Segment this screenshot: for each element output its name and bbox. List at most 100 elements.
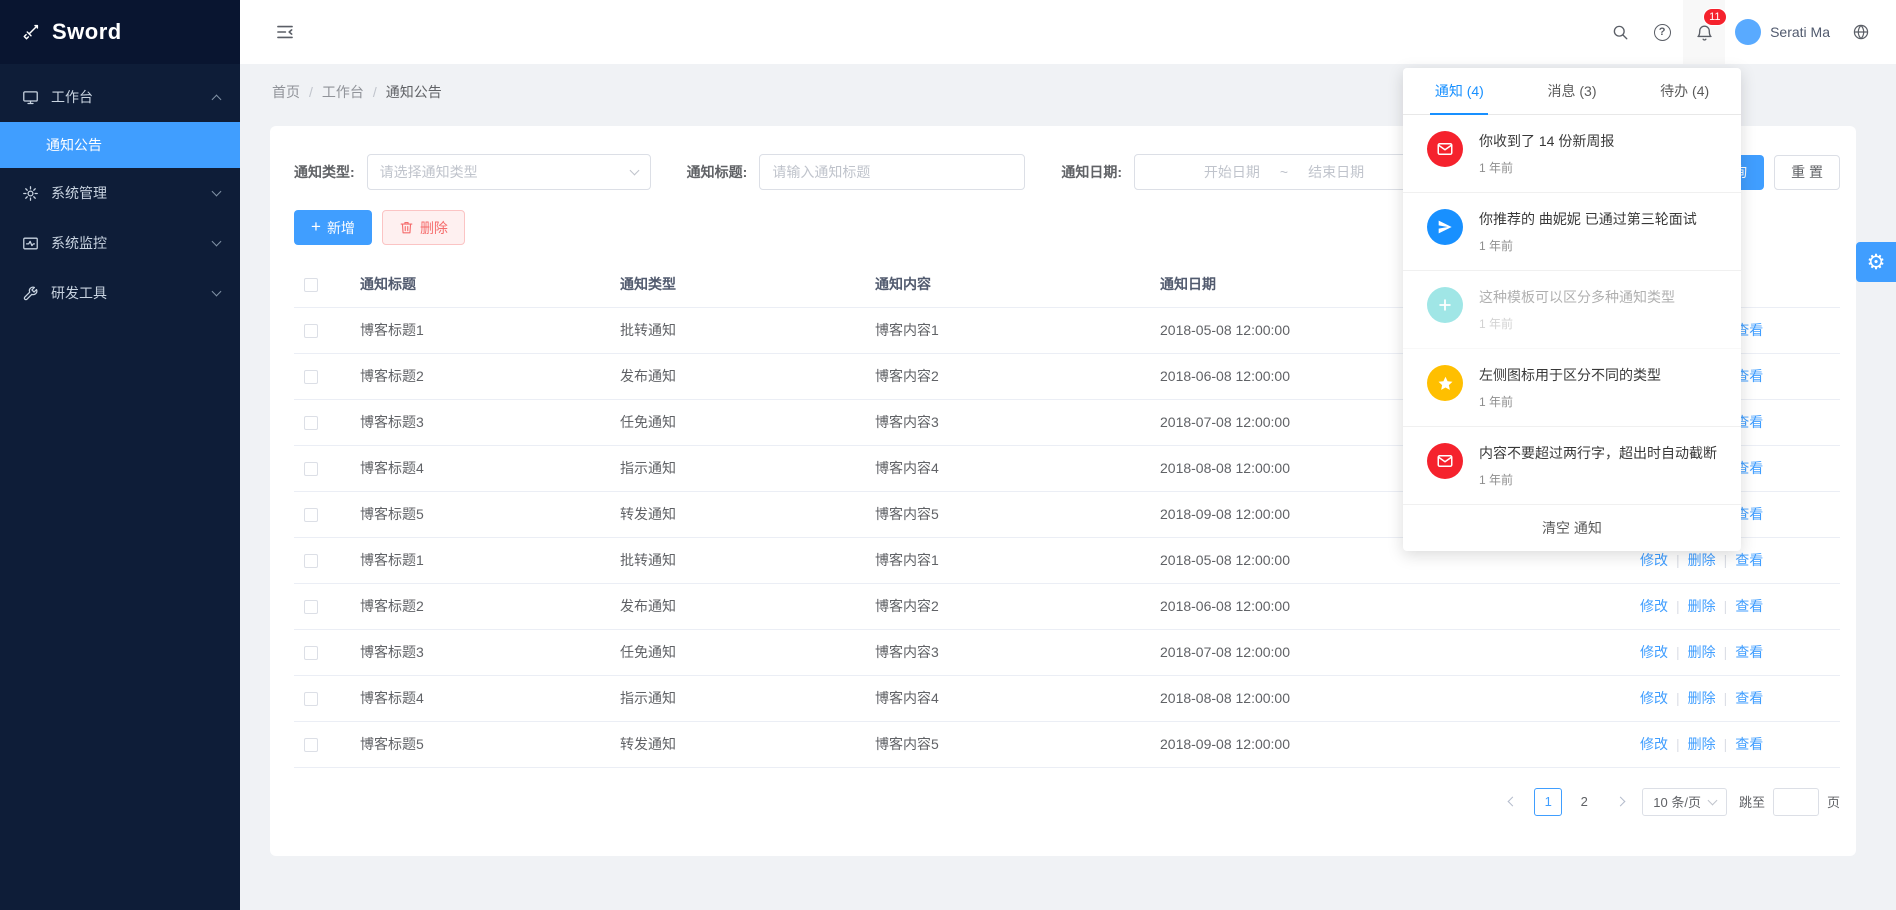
notification-list: 你收到了 14 份新周报1 年前你推荐的 曲妮妮 已通过第三轮面试1 年前这种模… [1403,115,1741,505]
cell-content: 博客内容2 [865,353,1150,399]
notification-badge: 11 [1704,9,1725,25]
action-edit[interactable]: 修改 [1640,690,1668,706]
sidebar-item-system-management[interactable]: 系统管理 [0,168,240,218]
cell-content: 博客内容3 [865,629,1150,675]
row-checkbox[interactable] [304,692,318,706]
row-checkbox-cell [294,721,350,767]
row-checkbox[interactable] [304,462,318,476]
row-checkbox[interactable] [304,324,318,338]
notification-tab-0[interactable]: 通知 (4) [1403,68,1516,114]
select-all-checkbox[interactable] [304,278,318,292]
breadcrumb-item[interactable]: 首页 [272,84,300,100]
notification-tab-2[interactable]: 待办 (4) [1628,68,1741,114]
notification-text: 这种模板可以区分多种通知类型1 年前 [1479,287,1675,332]
action-delete[interactable]: 删除 [1688,598,1716,614]
action-delete[interactable]: 删除 [1688,736,1716,752]
notification-item[interactable]: 你收到了 14 份新周报1 年前 [1403,115,1741,193]
cell-date: 2018-08-08 12:00:00 [1150,675,1630,721]
row-checkbox[interactable] [304,554,318,568]
action-edit[interactable]: 修改 [1640,736,1668,752]
row-checkbox[interactable] [304,370,318,384]
action-separator: | [1676,598,1680,614]
language-globe-icon[interactable] [1840,0,1882,64]
cell-content: 博客内容5 [865,721,1150,767]
notification-item[interactable]: 左侧图标用于区分不同的类型1 年前 [1403,349,1741,427]
search-icon[interactable] [1599,0,1641,64]
theme-settings-button[interactable]: ⚙ [1856,242,1896,282]
sidebar-item-label: 研发工具 [51,283,202,303]
action-view[interactable]: 查看 [1735,598,1763,614]
notice-date-range-input[interactable]: 开始日期 ~ 结束日期 [1134,154,1434,190]
sidebar-item-notice[interactable]: 通知公告 [0,122,240,168]
sidebar-item-dev-tools[interactable]: 研发工具 [0,268,240,318]
action-edit[interactable]: 修改 [1640,552,1668,568]
notification-title: 这种模板可以区分多种通知类型 [1479,287,1675,307]
cell-title: 博客标题5 [350,721,610,767]
user-account[interactable]: Serati Ma [1725,0,1840,64]
action-delete[interactable]: 删除 [1688,552,1716,568]
filter-title-label: 通知标题: [687,162,748,182]
notification-text: 你推荐的 曲妮妮 已通过第三轮面试1 年前 [1479,209,1697,254]
row-checkbox[interactable] [304,600,318,614]
row-actions: 修改|删除|查看 [1630,675,1840,721]
notifications-bell-icon[interactable]: 11 [1683,0,1725,64]
prev-page-icon[interactable] [1498,788,1526,816]
plus-icon [1427,287,1463,323]
next-page-icon[interactable] [1606,788,1634,816]
collapse-sidebar-icon[interactable] [264,0,306,64]
row-actions: 修改|删除|查看 [1630,721,1840,767]
action-edit[interactable]: 修改 [1640,644,1668,660]
page-numbers: 12 [1534,788,1598,816]
help-icon[interactable]: ? [1641,0,1683,64]
breadcrumb-item[interactable]: 工作台 [322,84,364,100]
cell-title: 博客标题2 [350,583,610,629]
logo[interactable]: Sword [0,0,240,64]
delete-button[interactable]: 删除 [382,210,465,245]
action-edit[interactable]: 修改 [1640,598,1668,614]
add-button[interactable]: + 新增 [294,210,372,245]
star-icon [1427,365,1463,401]
action-view[interactable]: 查看 [1735,644,1763,660]
row-checkbox[interactable] [304,416,318,430]
date-separator: ~ [1280,164,1288,180]
notification-title: 左侧图标用于区分不同的类型 [1479,365,1661,385]
row-checkbox[interactable] [304,508,318,522]
page-number-2[interactable]: 2 [1570,788,1598,816]
notification-item[interactable]: 这种模板可以区分多种通知类型1 年前 [1403,271,1741,349]
notification-item[interactable]: 你推荐的 曲妮妮 已通过第三轮面试1 年前 [1403,193,1741,271]
sidebar-item-label: 系统监控 [51,233,202,253]
row-actions: 修改|删除|查看 [1630,583,1840,629]
notice-title-input[interactable] [759,154,1025,190]
action-separator: | [1676,736,1680,752]
page-number-1[interactable]: 1 [1534,788,1562,816]
action-separator: | [1676,690,1680,706]
gear-icon: ⚙ [1867,250,1886,275]
cell-content: 博客内容2 [865,583,1150,629]
cell-type: 任免通知 [610,629,865,675]
action-delete[interactable]: 删除 [1688,644,1716,660]
cell-title: 博客标题2 [350,353,610,399]
column-header: 通知类型 [610,261,865,307]
action-view[interactable]: 查看 [1735,736,1763,752]
notification-tab-1[interactable]: 消息 (3) [1516,68,1629,114]
action-view[interactable]: 查看 [1735,552,1763,568]
row-checkbox[interactable] [304,646,318,660]
jump-page-input[interactable] [1773,788,1819,816]
notification-title: 你推荐的 曲妮妮 已通过第三轮面试 [1479,209,1697,229]
sidebar-item-system-monitor[interactable]: 系统监控 [0,218,240,268]
cell-content: 博客内容4 [865,675,1150,721]
reset-button[interactable]: 重 置 [1774,155,1840,190]
row-checkbox[interactable] [304,738,318,752]
page-unit-label: 页 [1827,792,1840,811]
notice-type-select[interactable]: 请选择通知类型 [367,154,651,190]
notification-item[interactable]: 内容不要超过两行字，超出时自动截断1 年前 [1403,427,1741,505]
sidebar-item-workbench[interactable]: 工作台 [0,72,240,122]
page-size-select[interactable]: 10 条/页 [1642,788,1727,816]
clear-notifications-button[interactable]: 清空 通知 [1403,505,1741,551]
breadcrumb-item: 通知公告 [386,84,442,100]
action-delete[interactable]: 删除 [1688,690,1716,706]
table-row: 博客标题2发布通知博客内容22018-06-08 12:00:00修改|删除|查… [294,583,1840,629]
cell-type: 发布通知 [610,583,865,629]
notification-text: 左侧图标用于区分不同的类型1 年前 [1479,365,1661,410]
action-view[interactable]: 查看 [1735,690,1763,706]
